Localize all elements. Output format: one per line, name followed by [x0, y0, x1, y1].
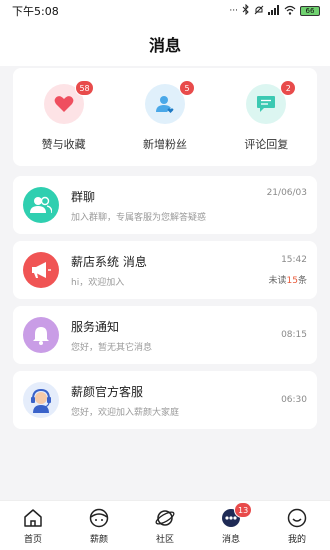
signal-icon: [268, 4, 280, 18]
list-item-service-notice[interactable]: 服务通知 您好，暂无其它消息 08:15: [13, 306, 317, 364]
tab-messages[interactable]: 13 消息: [206, 502, 256, 545]
list-item-official-support[interactable]: 薪颜官方客服 您好，欢迎加入薪颜大家庭 06:30: [13, 371, 317, 429]
mute-icon: [254, 5, 264, 18]
tab-messages-label: 消息: [221, 535, 240, 545]
page-title: 消息: [148, 36, 181, 55]
unread-count: 15: [286, 275, 298, 286]
unread-prefix: 未读: [268, 275, 287, 286]
likes-icon-wrap: 58: [43, 80, 94, 124]
unread-count-label: 未读15条: [269, 273, 307, 286]
home-icon: [21, 506, 45, 530]
group-avatar: [23, 187, 59, 223]
tab-community[interactable]: 社区: [140, 506, 190, 545]
group-subtitle: 加入群聊，专属客服为您解答疑惑: [71, 212, 207, 223]
new-fans-entry[interactable]: 5 新增粉丝: [120, 80, 210, 166]
support-text: 薪颜官方客服 您好，欢迎加入薪颜大家庭: [71, 383, 281, 418]
support-subtitle: 您好，欢迎加入薪颜大家庭: [71, 407, 180, 418]
support-title: 薪颜官方客服: [71, 384, 144, 399]
smile-icon: [285, 506, 309, 530]
comments-badge: 2: [280, 80, 297, 96]
comments-label: 评论回复: [244, 138, 289, 151]
comments-replies-entry[interactable]: 2 评论回复: [221, 80, 311, 166]
service-text: 服务通知 您好，暂无其它消息: [71, 318, 281, 353]
system-text: 薪店系统 消息 hi，欢迎加入: [71, 253, 269, 288]
heart-icon: [54, 96, 74, 112]
face-icon: [87, 506, 111, 530]
fans-badge: 5: [178, 80, 195, 96]
comments-icon-wrap: 2: [246, 80, 297, 124]
group-icon: [30, 196, 52, 214]
list-item-system-message[interactable]: 薪店系统 消息 hi，欢迎加入 15:42 未读15条: [13, 241, 317, 299]
system-meta: 15:42 未读15条: [269, 241, 307, 299]
status-icons: ··· 66: [229, 3, 320, 18]
service-title: 服务通知: [71, 319, 120, 334]
fans-label: 新增粉丝: [142, 138, 187, 151]
tab-home-label: 首页: [23, 535, 42, 545]
messages-tab-badge: 13: [234, 502, 253, 518]
comment-icon: [257, 96, 276, 112]
support-meta: 06:30: [281, 371, 307, 429]
fans-icon-wrap: 5: [144, 80, 195, 124]
system-title: 薪店系统 消息: [71, 254, 147, 269]
bottom-tab-bar: 首页 薪颜 社区 13 消息 我的: [0, 500, 330, 550]
interaction-summary-card: 58 赞与收藏 5 新增粉丝 2 评论回复: [13, 68, 317, 166]
bluetooth-icon: [242, 3, 250, 18]
service-avatar: [23, 317, 59, 353]
group-title: 群聊: [71, 189, 96, 204]
group-meta: 21/06/03: [267, 176, 307, 234]
likes-favorites-entry[interactable]: 58 赞与收藏: [19, 80, 109, 166]
bell-icon: [33, 327, 49, 345]
wifi-icon: [284, 5, 296, 18]
status-time: 下午5:08: [12, 5, 59, 18]
tab-community-label: 社区: [155, 535, 174, 545]
nav-bar: 消息: [0, 22, 330, 66]
likes-badge: 58: [75, 80, 94, 96]
user-plus-icon: [155, 96, 174, 113]
service-subtitle: 您好，暂无其它消息: [71, 342, 153, 353]
tab-xinyan[interactable]: 薪颜: [74, 506, 124, 545]
service-meta: 08:15: [281, 306, 307, 364]
tab-home[interactable]: 首页: [8, 506, 58, 545]
unread-suffix: 条: [297, 275, 307, 286]
megaphone-icon: [32, 262, 51, 278]
likes-label: 赞与收藏: [41, 138, 86, 151]
status-bar: 下午5:08 ··· 66: [0, 0, 330, 22]
system-avatar: [23, 252, 59, 288]
group-time: 21/06/03: [266, 188, 307, 198]
service-time: 08:15: [281, 330, 307, 340]
tab-mine-label: 我的: [287, 535, 306, 545]
list-item-group-chat[interactable]: 群聊 加入群聊，专属客服为您解答疑惑 21/06/03: [13, 176, 317, 234]
planet-icon: [153, 506, 177, 530]
battery-indicator: 66: [300, 6, 320, 16]
tab-mine[interactable]: 我的: [272, 506, 322, 545]
tab-xinyan-label: 薪颜: [89, 535, 108, 545]
group-text: 群聊 加入群聊，专属客服为您解答疑惑: [71, 188, 267, 223]
headset-agent-icon: [31, 388, 51, 413]
support-time: 06:30: [281, 395, 307, 405]
system-time: 15:42: [281, 254, 307, 265]
system-subtitle: hi，欢迎加入: [71, 277, 125, 288]
support-avatar: [23, 382, 59, 418]
dots-icon: ···: [229, 6, 238, 16]
